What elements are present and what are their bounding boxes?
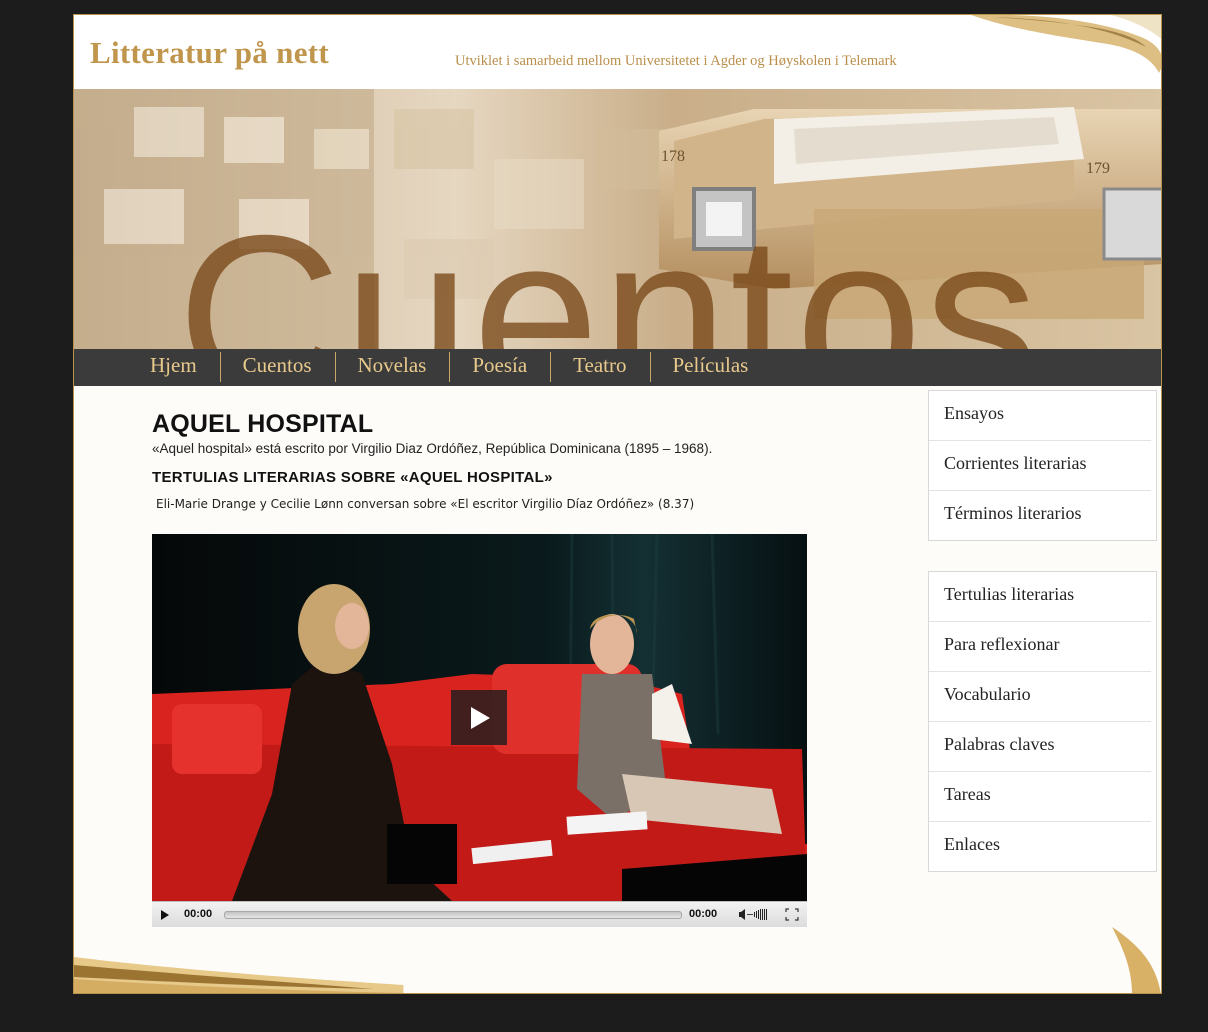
video-caption: Eli-Marie Drange y Cecilie Lønn conversa… bbox=[156, 497, 695, 511]
sidebar-item-tertulias-literarias[interactable]: Tertulias literarias bbox=[929, 572, 1151, 622]
current-time: 00:00 bbox=[184, 908, 213, 920]
main-nav: Hjem Cuentos Novelas Poesía Teatro Pelíc… bbox=[74, 349, 1161, 386]
scroll-curl-decoration bbox=[971, 15, 1161, 73]
drawer-number: 179 bbox=[1086, 160, 1110, 177]
nav-item-poesia[interactable]: Poesía bbox=[449, 349, 550, 386]
nav-item-peliculas[interactable]: Películas bbox=[649, 349, 772, 386]
sidebar-item-tareas[interactable]: Tareas bbox=[929, 772, 1151, 822]
video-controls: 00:00 00:00 bbox=[152, 901, 807, 927]
sidebar-item-enlaces[interactable]: Enlaces bbox=[929, 822, 1151, 871]
fullscreen-icon[interactable] bbox=[782, 902, 802, 927]
nav-item-novelas[interactable]: Novelas bbox=[334, 349, 450, 386]
sidebar-item-ensayos[interactable]: Ensayos bbox=[929, 391, 1151, 441]
main-content: AQUEL HOSPITAL «Aquel hospital» está esc… bbox=[152, 409, 812, 511]
site-tagline: Utviklet i samarbeid mellom Universitete… bbox=[455, 53, 897, 69]
nav-item-teatro[interactable]: Teatro bbox=[550, 349, 649, 386]
scroll-curl-bottom-decoration bbox=[74, 927, 1161, 993]
drawer-number: 178 bbox=[661, 148, 685, 165]
page-title: AQUEL HOSPITAL bbox=[152, 410, 374, 438]
site-header: Litteratur på nett Utviklet i samarbeid … bbox=[74, 15, 1161, 90]
progress-bar[interactable] bbox=[224, 911, 682, 919]
banner: 178 179 Cuentos bbox=[74, 89, 1161, 349]
banner-word: Cuentos bbox=[177, 189, 1041, 349]
page-frame: Litteratur på nett Utviklet i samarbeid … bbox=[73, 14, 1162, 994]
nav-item-cuentos[interactable]: Cuentos bbox=[219, 349, 335, 386]
video-player[interactable]: 00:00 00:00 bbox=[152, 534, 807, 927]
sidebar-menu-activities: Tertulias literarias Para reflexionar Vo… bbox=[928, 571, 1157, 872]
sidebar-item-terminos-literarios[interactable]: Términos literarios bbox=[929, 491, 1151, 540]
site-title[interactable]: Litteratur på nett bbox=[90, 35, 329, 71]
nav-item-hjem[interactable]: Hjem bbox=[127, 349, 220, 386]
play-overlay-button[interactable] bbox=[451, 690, 507, 745]
play-icon[interactable] bbox=[156, 902, 174, 927]
sidebar-menu-resources: Ensayos Corrientes literarias Términos l… bbox=[928, 390, 1157, 541]
duration-time: 00:00 bbox=[689, 908, 718, 920]
sidebar-item-palabras-claves[interactable]: Palabras claves bbox=[929, 722, 1151, 772]
section-heading: TERTULIAS LITERARIAS SOBRE «AQUEL HOSPIT… bbox=[152, 469, 553, 486]
sidebar-item-para-reflexionar[interactable]: Para reflexionar bbox=[929, 622, 1151, 672]
intro-text: «Aquel hospital» está escrito por Virgil… bbox=[152, 441, 713, 456]
sidebar-item-vocabulario[interactable]: Vocabulario bbox=[929, 672, 1151, 722]
sidebar-item-corrientes-literarias[interactable]: Corrientes literarias bbox=[929, 441, 1151, 491]
volume-icon[interactable] bbox=[736, 902, 774, 927]
